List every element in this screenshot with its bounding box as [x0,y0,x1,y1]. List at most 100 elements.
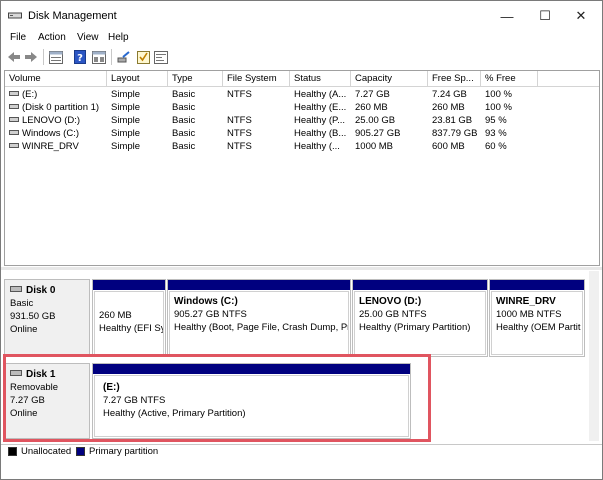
help-icon[interactable]: ? [72,49,88,65]
capacity-cell: 25.00 GB [355,115,396,126]
column-percent-free[interactable]: % Free [481,71,538,87]
status-cell: Healthy (B... [294,128,347,139]
free-space-cell: 837.79 GB [432,128,478,139]
menu-action[interactable]: Action [38,31,66,45]
volume-cell-name: (E:) [5,88,107,101]
capacity-cell: 7.27 GB [355,89,390,100]
properties-list-icon[interactable] [48,49,64,65]
layout-cell: Simple [111,102,141,113]
back-arrow-icon[interactable] [6,49,22,65]
toolbar-separator [111,49,112,65]
partition-status: Healthy (Boot, Page File, Crash Dump, Pr… [174,322,349,333]
partition-title: Windows (C:) [174,296,238,307]
pane-splitter[interactable] [1,267,602,270]
type-cell: Basic [172,89,196,100]
minimize-button[interactable]: — [490,1,524,31]
disk-management-window: Disk Management — ☐ ✕ File Action View H… [0,0,603,480]
percent-free-cell: 93 % [485,128,507,139]
menu-file[interactable]: File [10,31,26,45]
menu-view[interactable]: View [77,31,99,45]
volume-row-windows[interactable]: Windows (C:) Simple Basic NTFS Healthy (… [5,127,599,140]
primary-partition-swatch [76,447,85,456]
volume-icon [9,91,19,96]
layout-cell: Simple [111,115,141,126]
svg-text:?: ? [77,53,83,64]
partition-size: 1000 MB NTFS [496,309,562,320]
maximize-button[interactable]: ☐ [528,1,562,31]
partition-body: Windows (C:) 905.27 GB NTFS Healthy (Boo… [169,291,349,355]
free-space-cell: 7.24 GB [432,89,467,100]
percent-free-cell: 60 % [485,141,507,152]
volume-cell-name: (Disk 0 partition 1) [5,101,107,114]
volume-row-lenovo[interactable]: LENOVO (D:) Simple Basic NTFS Healthy (P… [5,114,599,127]
legend-primary-label: Primary partition [89,446,159,457]
volume-name: WINRE_DRV [22,141,79,152]
legend-bar: Unallocated Primary partition [1,444,602,458]
toolbar-separator [43,49,44,65]
volume-cell-name: WINRE_DRV [5,140,107,153]
column-capacity[interactable]: Capacity [351,71,428,87]
close-button[interactable]: ✕ [564,1,598,31]
disk-0-size: 931.50 GB [10,311,56,322]
capacity-cell: 1000 MB [355,141,394,152]
checklist-icon[interactable] [135,49,151,65]
status-cell: Healthy (P... [294,115,346,126]
type-cell: Basic [172,141,196,152]
volume-icon [9,104,19,109]
type-cell: Basic [172,102,196,113]
volume-icon [9,143,19,148]
column-volume[interactable]: Volume [5,71,107,87]
partition-status: Healthy (Primary Partition) [359,322,471,333]
file-system-cell: NTFS [227,141,252,152]
forward-arrow-icon[interactable] [23,49,39,65]
partition-body: LENOVO (D:) 25.00 GB NTFS Healthy (Prima… [354,291,486,355]
volume-row-e[interactable]: (E:) Simple Basic NTFS Healthy (A... 7.2… [5,88,599,101]
menu-help[interactable]: Help [108,31,129,45]
disk-0-type: Basic [10,298,34,309]
free-space-cell: 23.81 GB [432,115,473,126]
volume-row-disk0-partition1[interactable]: (Disk 0 partition 1) Simple Basic Health… [5,101,599,114]
volume-icon [9,130,19,135]
volume-row-winre[interactable]: WINRE_DRV Simple Basic NTFS Healthy (...… [5,140,599,153]
unallocated-swatch [8,447,17,456]
partition-body: 260 MB Healthy (EFI Sy [94,291,164,355]
capacity-cell: 905.27 GB [355,128,401,139]
partition-windows-c[interactable]: Windows (C:) 905.27 GB NTFS Healthy (Boo… [167,279,351,357]
free-space-cell: 600 MB [432,141,465,152]
percent-free-cell: 100 % [485,102,512,113]
volume-icon [9,117,19,122]
partition-size: 25.00 GB NTFS [359,309,427,320]
volume-cell-name: Windows (C:) [5,127,107,140]
disk-0-status: Online [10,324,38,335]
status-cell: Healthy (E... [294,102,347,113]
connect-icon[interactable] [116,49,132,65]
volume-name: (Disk 0 partition 1) [22,102,100,113]
percent-free-cell: 95 % [485,115,507,126]
column-layout[interactable]: Layout [107,71,168,87]
volume-list[interactable]: Volume Layout Type File System Status Ca… [4,70,600,266]
disk-0-row: Disk 0 Basic 931.50 GB Online 260 MB Hea… [4,279,600,357]
partition-efi[interactable]: 260 MB Healthy (EFI Sy [92,279,166,357]
disk-0-title: Disk 0 [10,284,89,297]
type-cell: Basic [172,128,196,139]
column-free-space[interactable]: Free Sp... [428,71,481,87]
disk-management-app-icon [8,10,22,21]
partition-size: 905.27 GB NTFS [174,309,247,320]
partition-title: WINRE_DRV [496,296,556,307]
disk-0-name: Disk 0 [26,285,56,296]
settings-icon[interactable] [153,49,169,65]
disk-0-info[interactable]: Disk 0 Basic 931.50 GB Online [4,279,90,357]
partition-winre[interactable]: WINRE_DRV 1000 MB NTFS Healthy (OEM Part… [489,279,585,357]
graphical-view-scrollbar[interactable] [589,271,599,441]
file-system-cell: NTFS [227,89,252,100]
column-status[interactable]: Status [290,71,351,87]
file-system-cell [223,101,290,114]
layout-cell: Simple [111,141,141,152]
partition-lenovo-d[interactable]: LENOVO (D:) 25.00 GB NTFS Healthy (Prima… [352,279,488,357]
column-type[interactable]: Type [168,71,223,87]
free-space-cell: 260 MB [432,102,465,113]
partition-status: Healthy (OEM Partit [496,322,581,333]
disk-list-icon[interactable] [91,49,107,65]
partition-bar [490,280,584,290]
column-file-system[interactable]: File System [223,71,290,87]
